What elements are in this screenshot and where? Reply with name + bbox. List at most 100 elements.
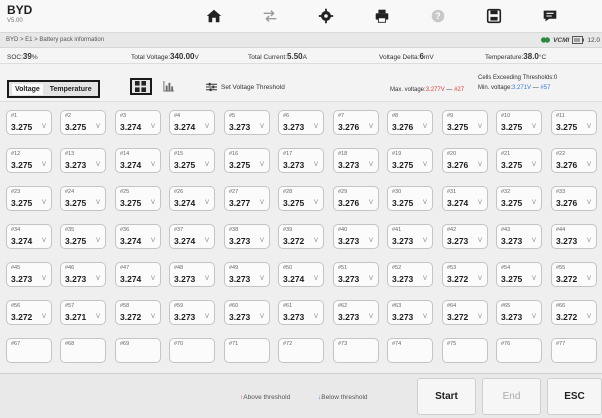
cell-voltage-card: #25 3.275 V [115, 186, 161, 211]
cell-voltage-value: 3.273 [392, 274, 414, 284]
cell-voltage-card: #67 [6, 338, 52, 363]
cell-voltage-unit: V [368, 124, 373, 130]
cell-voltage-value: 3.275 [556, 122, 578, 132]
cell-voltage-card: #54 3.275 V [496, 262, 542, 287]
cell-voltage-unit: V [259, 200, 264, 206]
above-threshold-label: Above threshold [243, 394, 291, 401]
cell-index: #26 [174, 189, 184, 195]
max-voltage-separator: — [444, 87, 455, 93]
cell-voltage-card: #34 3.274 V [6, 224, 52, 249]
set-threshold-button[interactable]: Set Voltage Threshold [206, 82, 285, 92]
vehicle-connected-icon [541, 37, 551, 43]
cell-index: #44 [556, 227, 566, 233]
cell-index: #55 [556, 265, 566, 271]
cell-voltage-value: 3.276 [392, 122, 414, 132]
cell-index: #63 [392, 303, 402, 309]
cell-voltage-unit: V [586, 124, 591, 130]
message-button[interactable] [522, 2, 578, 30]
bar-chart-icon [163, 80, 174, 92]
cell-voltage-unit: V [586, 238, 591, 244]
cell-index: #15 [174, 151, 184, 157]
end-button[interactable]: End [482, 378, 541, 415]
tab-voltage[interactable]: Voltage [12, 83, 43, 95]
grid-view-button[interactable] [129, 77, 152, 95]
cell-voltage-unit: V [204, 238, 209, 244]
cell-voltage-unit: V [531, 162, 536, 168]
cell-voltage-card: #29 3.276 V [333, 186, 379, 211]
cell-voltage-unit: V [313, 276, 318, 282]
cell-voltage-card: #51 3.273 V [333, 262, 379, 287]
cell-voltage-value: 3.272 [556, 274, 578, 284]
cell-voltage-card: #77 [551, 338, 597, 363]
total-current-value: 5.50 [287, 52, 303, 61]
home-button[interactable] [186, 2, 242, 30]
cell-voltage-value: 3.275 [11, 160, 33, 170]
cell-voltage-unit: V [586, 314, 591, 320]
cell-voltage-card: #38 3.273 V [224, 224, 270, 249]
cell-index: #45 [11, 265, 21, 271]
cell-voltage-card: #56 3.272 V [6, 300, 52, 325]
cell-index: #19 [392, 151, 402, 157]
cell-index: #20 [447, 151, 457, 157]
esc-button[interactable]: ESC [547, 378, 602, 415]
cell-voltage-card: #68 [60, 338, 106, 363]
set-threshold-label: Set Voltage Threshold [221, 83, 285, 91]
cell-voltage-unit: V [259, 238, 264, 244]
min-voltage-label: Min. voltage: [478, 85, 513, 91]
cell-voltage-value: 3.273 [338, 312, 360, 322]
cell-voltage-unit: V [95, 162, 100, 168]
cell-voltage-card: #39 3.272 V [278, 224, 324, 249]
cell-voltage-value: 3.274 [174, 236, 196, 246]
print-button[interactable] [354, 2, 410, 30]
cell-voltage-value: 3.275 [447, 122, 469, 132]
cell-voltage-card: #31 3.274 V [442, 186, 488, 211]
cell-voltage-value: 3.273 [556, 236, 578, 246]
help-button[interactable]: ? [410, 2, 466, 30]
svg-text:?: ? [435, 11, 441, 21]
help-icon: ? [431, 9, 445, 23]
cell-voltage-value: 3.275 [120, 198, 142, 208]
cell-index: #31 [447, 189, 457, 195]
cell-voltage-value: 3.273 [501, 312, 523, 322]
cell-index: #62 [338, 303, 348, 309]
cell-index: #25 [120, 189, 130, 195]
chart-view-button[interactable] [157, 78, 179, 95]
summary-bar: SOC:39% Total Voltage:340.00V Total Curr… [0, 48, 602, 64]
cell-voltage-card: #72 [278, 338, 324, 363]
cell-voltage-unit: V [531, 200, 536, 206]
below-threshold-label: Below threshold [321, 394, 368, 401]
view-toggle [127, 75, 182, 97]
cell-voltage-value: 3.273 [11, 274, 33, 284]
cell-voltage-unit: V [95, 276, 100, 282]
breadcrumb: BYD > E1 > Battery pack information [6, 37, 105, 43]
cell-voltage-value: 3.273 [174, 274, 196, 284]
cell-voltage-value: 3.273 [65, 160, 87, 170]
cell-voltage-value: 3.273 [283, 160, 305, 170]
cell-voltage-unit: V [150, 124, 155, 130]
cell-index: #21 [501, 151, 511, 157]
cell-voltage-card: #53 3.272 V [442, 262, 488, 287]
cell-index: #52 [392, 265, 402, 271]
cell-voltage-card: #76 [496, 338, 542, 363]
cell-voltage-unit: V [368, 200, 373, 206]
cell-index: #30 [392, 189, 402, 195]
cell-index: #16 [229, 151, 239, 157]
cell-voltage-value: 3.273 [283, 312, 305, 322]
tab-temperature[interactable]: Temperature [47, 84, 95, 95]
settings-button[interactable] [298, 2, 354, 30]
cell-index: #23 [11, 189, 21, 195]
cell-index: #65 [501, 303, 511, 309]
start-button[interactable]: Start [417, 378, 476, 415]
cell-voltage-card: #74 [387, 338, 433, 363]
soc-label: SOC: [7, 54, 23, 61]
max-voltage-readout: Max. voltage:3.277V — #27 [390, 87, 464, 93]
cell-voltage-unit: V [422, 238, 427, 244]
cell-voltage-card: #21 3.275 V [496, 148, 542, 173]
cell-voltage-unit: V [41, 124, 46, 130]
cell-voltage-card: #2 3.275 V [60, 110, 106, 135]
cell-voltage-card: #22 3.276 V [551, 148, 597, 173]
save-button[interactable] [466, 2, 522, 30]
cell-voltage-value: 3.275 [65, 198, 87, 208]
cell-voltage-value: 3.271 [65, 312, 87, 322]
vehicle-swap-button[interactable] [242, 2, 298, 30]
